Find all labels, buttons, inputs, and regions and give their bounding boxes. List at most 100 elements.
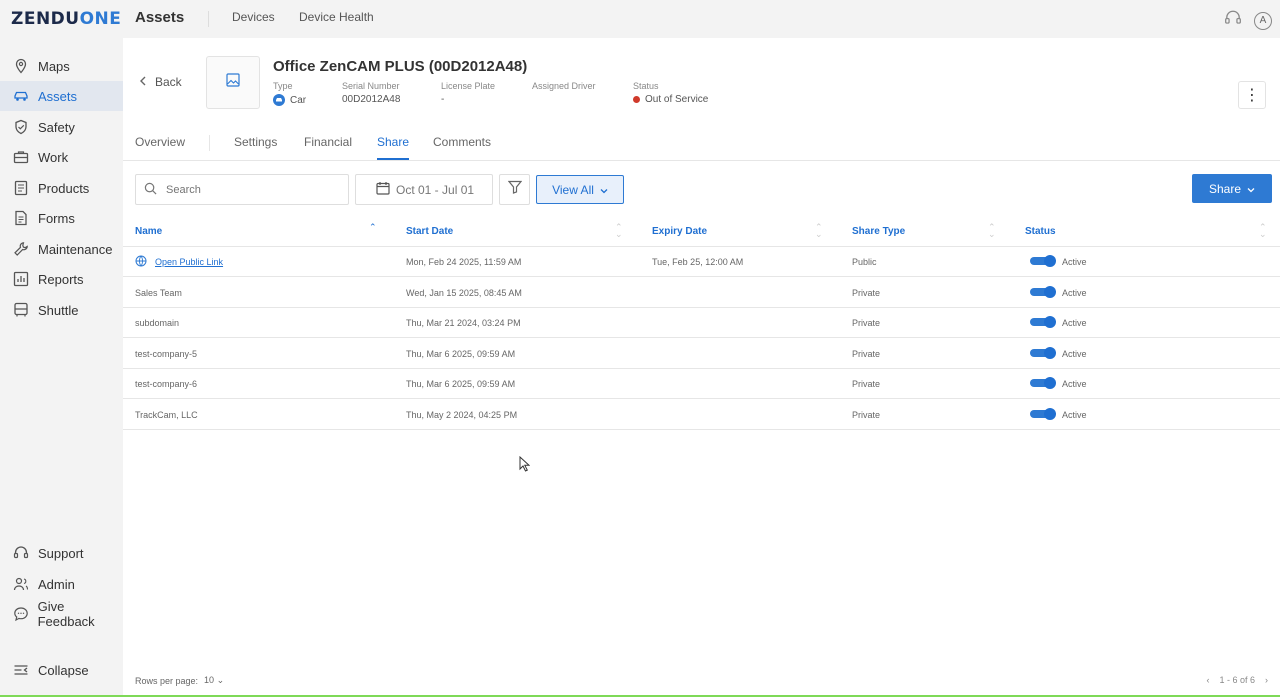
search-box[interactable] (135, 174, 349, 205)
meta-label: Serial Number (342, 81, 400, 91)
column-header-expiry-date[interactable]: Expiry Date (652, 226, 707, 237)
active-tab-indicator (377, 158, 409, 160)
globe-icon (135, 255, 147, 269)
top-tab-devices[interactable]: Devices (232, 10, 275, 24)
sidebar-item-shuttle[interactable]: Shuttle (0, 295, 123, 325)
sidebar-item-admin[interactable]: Admin (0, 569, 123, 599)
sidebar-item-assets[interactable]: Assets (0, 81, 123, 111)
meta-label: Type (273, 81, 293, 91)
search-input[interactable] (166, 183, 336, 196)
headset-icon[interactable] (1224, 9, 1242, 32)
more-options-button[interactable]: ⋮ (1238, 81, 1266, 109)
meta-value: 00D2012A48 (342, 94, 401, 105)
tab-settings[interactable]: Settings (234, 135, 277, 149)
top-tab-device-health[interactable]: Device Health (299, 10, 374, 24)
divider (209, 135, 210, 151)
column-header-share-type[interactable]: Share Type (852, 226, 905, 237)
sidebar-item-label: Collapse (38, 662, 89, 678)
sort-asc-icon[interactable]: ⌃ (369, 223, 377, 232)
sidebar-item-products[interactable]: Products (0, 173, 123, 203)
row-name: subdomain (135, 318, 180, 328)
sidebar-item-work[interactable]: Work (0, 142, 123, 172)
meta-assigned-driver: Assigned Driver (532, 81, 596, 91)
sidebar-item-label: Maps (38, 58, 70, 74)
status-toggle[interactable] (1030, 255, 1056, 267)
rows-per-page-select[interactable]: 10 ⌄ (204, 675, 224, 686)
next-page-icon[interactable]: › (1265, 675, 1268, 685)
filter-button[interactable] (499, 174, 530, 205)
sort-icon[interactable]: ⌃ ⌄ (988, 223, 996, 239)
row-expiry-date: Tue, Feb 25, 12:00 AM (652, 257, 744, 267)
view-all-dropdown[interactable]: View All (536, 175, 624, 204)
column-header-name[interactable]: Name (135, 226, 162, 237)
row-name: Sales Team (135, 288, 182, 298)
tab-share[interactable]: Share (377, 135, 409, 149)
page-range: 1 - 6 of 6 (1219, 675, 1255, 685)
sidebar-item-forms[interactable]: Forms (0, 203, 123, 233)
table-row[interactable]: test-company-6 Thu, Mar 6 2025, 09:59 AM… (123, 369, 1280, 399)
tab-overview[interactable]: Overview (135, 135, 185, 149)
bus-icon (12, 301, 30, 319)
sort-icon[interactable]: ⌃ ⌄ (615, 223, 623, 239)
tab-financial[interactable]: Financial (304, 135, 352, 149)
document-icon (12, 209, 30, 227)
status-toggle[interactable] (1030, 316, 1056, 328)
car-icon (273, 94, 285, 106)
chart-icon (12, 270, 30, 288)
table-row[interactable]: Open Public Link Mon, Feb 24 2025, 11:59… (123, 247, 1280, 277)
sidebar-item-maintenance[interactable]: Maintenance (0, 234, 123, 264)
headset-icon (12, 544, 30, 562)
search-icon (144, 182, 157, 198)
top-bar: Assets Devices Device Health A (123, 0, 1280, 38)
table-row[interactable]: TrackCam, LLC Thu, May 2 2024, 04:25 PM … (123, 400, 1280, 430)
sidebar-item-reports[interactable]: Reports (0, 264, 123, 294)
status-toggle[interactable] (1030, 377, 1056, 389)
view-all-label: View All (552, 182, 594, 197)
row-start-date: Thu, Mar 6 2025, 09:59 AM (406, 379, 516, 389)
wrench-icon (12, 240, 30, 258)
row-status: Active (1062, 379, 1087, 389)
row-share-type: Private (852, 410, 881, 420)
app-logo[interactable]: ZENDUONE (11, 9, 121, 29)
status-dot (633, 96, 640, 103)
row-share-type: Private (852, 379, 881, 389)
sort-icon[interactable]: ⌃ ⌄ (1259, 223, 1267, 239)
sidebar-item-support[interactable]: Support (0, 538, 123, 568)
prev-page-icon[interactable]: ‹ (1206, 675, 1209, 685)
sort-icon[interactable]: ⌃ ⌄ (815, 223, 823, 239)
table-row[interactable]: test-company-5 Thu, Mar 6 2025, 09:59 AM… (123, 339, 1280, 369)
avatar[interactable]: A (1254, 11, 1272, 30)
status-toggle[interactable] (1030, 286, 1056, 298)
table-row[interactable]: subdomain Thu, Mar 21 2024, 03:24 PM Pri… (123, 308, 1280, 338)
row-status: Active (1062, 288, 1087, 298)
meta-value: Car (290, 94, 307, 106)
table-row[interactable]: Sales Team Wed, Jan 15 2025, 08:45 AM Pr… (123, 278, 1280, 308)
status-toggle[interactable] (1030, 347, 1056, 359)
tab-comments[interactable]: Comments (433, 135, 491, 149)
row-share-type: Public (852, 257, 877, 267)
status-toggle[interactable] (1030, 408, 1056, 420)
meta-serial: Serial Number 00D2012A48 (342, 81, 400, 105)
column-header-start-date[interactable]: Start Date (406, 226, 453, 237)
mouse-cursor-icon (519, 455, 531, 477)
row-status: Active (1062, 349, 1087, 359)
row-name: Open Public Link (155, 257, 224, 267)
row-share-type: Private (852, 288, 881, 298)
share-button[interactable]: Share (1192, 174, 1272, 203)
sidebar-item-safety[interactable]: Safety (0, 112, 123, 142)
public-link[interactable]: Open Public Link (135, 255, 223, 269)
sidebar-item-give-feedback[interactable]: Give Feedback (0, 599, 123, 629)
row-share-type: Private (852, 318, 881, 328)
shield-icon (12, 118, 30, 136)
chevron-down-icon (1247, 182, 1255, 196)
column-header-status[interactable]: Status (1025, 226, 1056, 237)
meta-label: Status (633, 81, 659, 91)
back-button[interactable]: Back (139, 75, 182, 89)
date-range-picker[interactable]: Oct 01 - Jul 01 (355, 174, 493, 205)
chevron-left-icon (139, 75, 147, 89)
sidebar-collapse-button[interactable]: Collapse (0, 655, 123, 685)
sidebar-item-maps[interactable]: Maps (0, 51, 123, 81)
row-status: Active (1062, 318, 1087, 328)
pagination: ‹ 1 - 6 of 6 › (1206, 675, 1268, 685)
asset-image-placeholder[interactable] (206, 56, 260, 109)
